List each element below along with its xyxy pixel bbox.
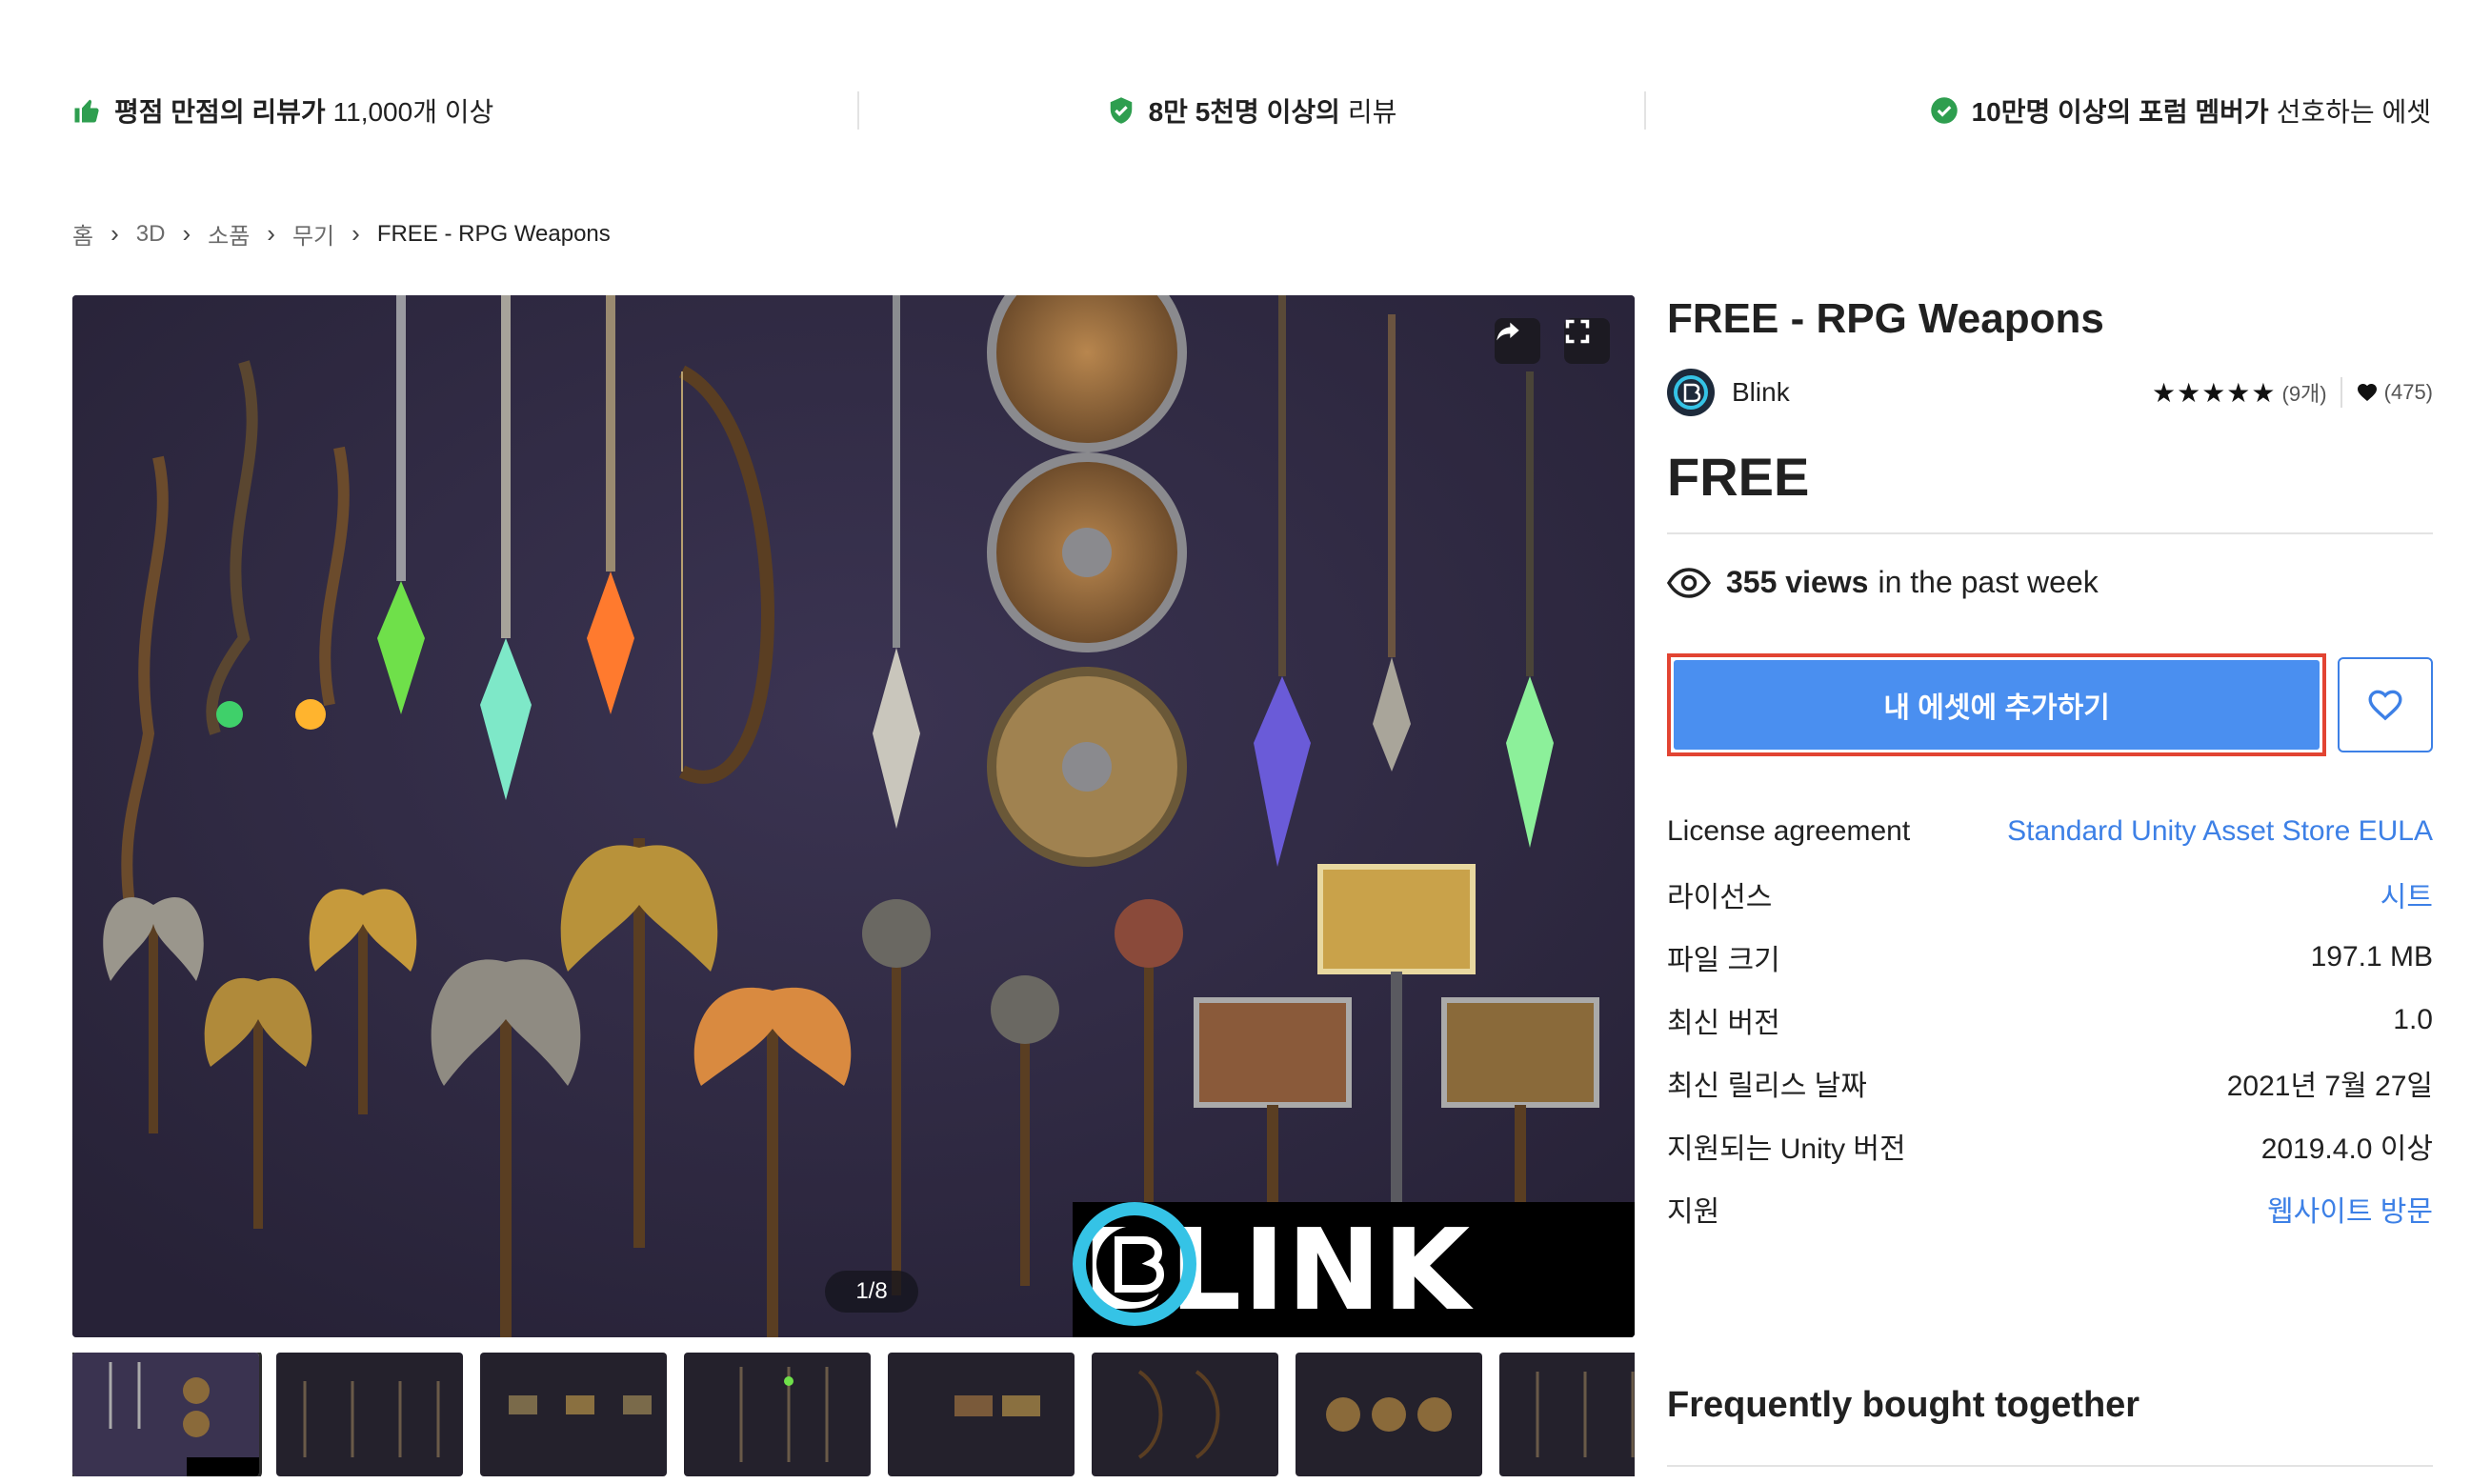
trust-item-reviewers: 8만 5천명 이상의 리뷰: [857, 91, 1646, 130]
trust-item-1-text: 11,000개 이상: [332, 97, 494, 127]
trust-item-reviews: 평점 만점의 리뷰가 11,000개 이상: [72, 91, 857, 130]
add-to-my-assets-button[interactable]: 내 에셋에 추가하기: [1674, 660, 2320, 750]
breadcrumb-home[interactable]: 홈: [72, 217, 93, 251]
thumbnail-image: [1536, 1372, 1635, 1457]
license-seat-link[interactable]: 시트: [2381, 873, 2433, 915]
spec-value: 2021년 7월 27일: [2226, 1071, 2433, 1102]
views-count: 355 views: [1726, 565, 1869, 599]
views-info: 355 views in the past week: [1667, 565, 2433, 600]
spec-row-file-size: 파일 크기 197.1 MB: [1667, 926, 2433, 989]
product-info-panel: FREE - RPG Weapons Blink ★★★★★ (9개) (475…: [1667, 286, 2433, 1467]
spec-row-license-agreement: License agreement Standard Unity Asset S…: [1667, 800, 2433, 863]
product-title: FREE - RPG Weapons: [1667, 295, 2104, 342]
weapons-artwork: [72, 295, 1635, 1337]
blink-avatar-icon: [1674, 375, 1708, 410]
spec-value: 1.0: [2393, 1004, 2433, 1035]
thumbnail-5[interactable]: [888, 1353, 1075, 1476]
thumbnail-image: [1137, 1370, 1220, 1459]
chevron-right-icon: ›: [182, 219, 191, 248]
rating-stars-icon: ★★★★★: [2151, 377, 2277, 408]
frequently-bought-heading: Frequently bought together: [1667, 1385, 2140, 1425]
views-suffix: in the past week: [1878, 565, 2099, 599]
spec-row-latest-version: 최신 버전 1.0: [1667, 989, 2433, 1052]
spec-label: 파일 크기: [1667, 945, 1780, 976]
product-image-viewer[interactable]: 1/8 BLINK: [72, 295, 1635, 1337]
breadcrumb: 홈 › 3D › 소품 › 무기 › FREE - RPG Weapons: [72, 217, 611, 251]
chevron-right-icon: ›: [267, 219, 275, 248]
trust-item-3-text: 선호하는 에셋: [2276, 97, 2431, 127]
spec-row-support: 지원 웹사이트 방문: [1667, 1177, 2433, 1240]
trust-bar: 평점 만점의 리뷰가 11,000개 이상 8만 5천명 이상의 리뷰 10만명…: [72, 84, 2431, 137]
favorites-count: (475): [2383, 380, 2433, 404]
thumbs-up-icon: [74, 99, 99, 123]
spec-label: 최신 릴리스 날짜: [1667, 1071, 1867, 1102]
chevron-right-icon: ›: [110, 219, 119, 248]
blink-logo-icon: [1073, 1202, 1196, 1326]
breadcrumb-weapons[interactable]: 무기: [292, 217, 334, 251]
trust-item-2-bold: 8만 5천명 이상의: [1148, 97, 1340, 127]
favorite-button[interactable]: [2338, 657, 2433, 752]
thumbnail-7[interactable]: [1296, 1353, 1482, 1476]
spec-label: 라이선스: [1667, 882, 1773, 913]
divider: [2340, 377, 2342, 408]
trust-item-forum: 10만명 이상의 포럼 멤버가 선호하는 에셋: [1646, 91, 2431, 130]
spec-row-release-date: 최신 릴리스 날짜 2021년 7월 27일: [1667, 1052, 2433, 1114]
spec-value: 2019.4.0 이상: [2260, 1133, 2433, 1165]
thumbnail-image: [1326, 1397, 1452, 1432]
expand-icon: [1565, 319, 1590, 344]
add-to-assets-highlight: 내 에셋에 추가하기: [1667, 653, 2327, 756]
spec-label: 최신 버전: [1667, 1008, 1780, 1039]
eye-icon: [1667, 567, 1711, 598]
spec-row-license: 라이선스 시트: [1667, 863, 2433, 926]
image-counter: 1/8: [825, 1271, 918, 1313]
spec-value: 197.1 MB: [2310, 941, 2433, 973]
thumbnail-image: [303, 1381, 440, 1457]
heart-outline-icon: [2368, 690, 2402, 721]
shield-check-icon: [1110, 97, 1132, 124]
share-icon: [1497, 322, 1519, 341]
thumbnail-image: [509, 1395, 652, 1414]
publisher-avatar: [1667, 369, 1715, 416]
trust-item-1-bold: 평점 만점의 리뷰가: [114, 97, 326, 127]
breadcrumb-3d[interactable]: 3D: [136, 221, 166, 248]
thumbnail-8[interactable]: [1499, 1353, 1635, 1476]
rating-block[interactable]: ★★★★★ (9개) (475): [2152, 377, 2433, 409]
thumbnail-image: [954, 1395, 1040, 1416]
visit-website-link[interactable]: 웹사이트 방문: [2267, 1188, 2433, 1230]
check-circle-icon: [1930, 97, 1958, 124]
trust-item-2-text: 리뷰: [1347, 97, 1397, 127]
thumbnail-1[interactable]: [72, 1353, 262, 1476]
spec-label: 지원: [1667, 1196, 1720, 1228]
thumbnail-image: [739, 1367, 829, 1462]
rating-count: (9개): [2281, 382, 2327, 406]
heart-filled-icon: [2357, 384, 2377, 401]
thumbnail-strip: [72, 1353, 1635, 1476]
fullscreen-button[interactable]: [1564, 318, 1610, 364]
publisher[interactable]: Blink: [1667, 369, 1790, 416]
trust-item-3-bold: 10만명 이상의 포럼 멤버가: [1971, 97, 2269, 127]
thumbnail-4[interactable]: [684, 1353, 871, 1476]
frequently-bought-carousel: [1667, 1465, 2433, 1484]
breadcrumb-props[interactable]: 소품: [208, 217, 250, 251]
spec-row-unity-version: 지원되는 Unity 버전 2019.4.0 이상: [1667, 1114, 2433, 1177]
chevron-right-icon: ›: [352, 219, 360, 248]
breadcrumb-current: FREE - RPG Weapons: [376, 220, 611, 247]
publisher-name[interactable]: Blink: [1732, 377, 1790, 408]
license-agreement-link[interactable]: Standard Unity Asset Store EULA: [2007, 815, 2433, 848]
thumbnail-6[interactable]: [1092, 1353, 1278, 1476]
price: FREE: [1667, 446, 2433, 534]
thumbnail-2[interactable]: [276, 1353, 463, 1476]
thumbnail-3[interactable]: [480, 1353, 667, 1476]
publisher-logo-banner: BLINK: [1073, 1202, 1635, 1337]
cta-row: 내 에셋에 추가하기: [1667, 653, 2433, 756]
share-button[interactable]: [1495, 318, 1540, 364]
publisher-row: Blink ★★★★★ (9개) (475): [1667, 368, 2433, 417]
spec-table: License agreement Standard Unity Asset S…: [1667, 800, 2433, 1240]
thumbnail-image: [109, 1362, 259, 1476]
spec-label: 지원되는 Unity 버전: [1667, 1133, 1906, 1165]
spec-label: License agreement: [1667, 815, 1911, 847]
